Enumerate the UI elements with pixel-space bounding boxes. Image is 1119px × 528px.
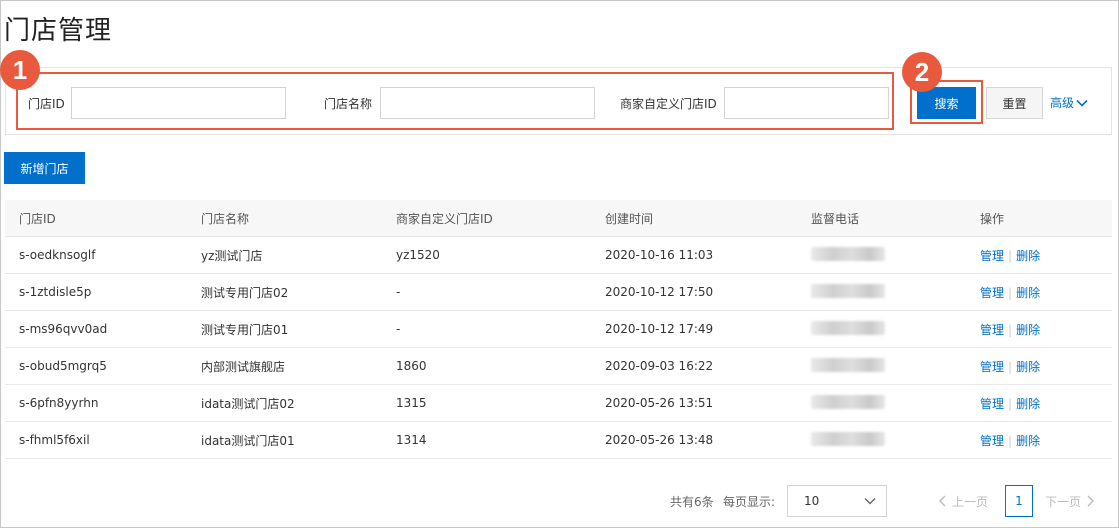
cell-phone	[811, 394, 980, 412]
table-row: s-1ztdisle5p 测试专用门店02 - 2020-10-12 17:50 管理 |…	[5, 274, 1112, 311]
manage-link[interactable]: 管理	[980, 434, 1004, 448]
table-row: s-6pfn8yyrhn idata测试门店02 1315 2020-05-26 13…	[5, 385, 1112, 422]
blurred-phone	[811, 246, 885, 261]
page-size-value: 10	[804, 494, 820, 508]
manage-link[interactable]: 管理	[980, 397, 1004, 411]
reset-button[interactable]: 重置	[986, 87, 1043, 119]
column-header-phone: 监督电话	[811, 211, 860, 226]
action-separator: |	[1008, 359, 1013, 374]
page-size-select[interactable]: 10	[787, 485, 887, 517]
next-page-label: 下一页	[1045, 494, 1082, 509]
prev-page-label: 上一页	[952, 494, 989, 509]
delete-link[interactable]: 删除	[1016, 360, 1040, 374]
table-body: s-oedknsoglf yz测试门店 yz1520 2020-10-16 11:03…	[5, 237, 1112, 459]
prev-page-button[interactable]: 上一页	[938, 485, 988, 517]
next-page-button[interactable]: 下一页	[1045, 485, 1095, 517]
cell-store-id: s-fhml5f6xil	[19, 433, 90, 447]
delete-link[interactable]: 删除	[1016, 434, 1040, 448]
blurred-phone	[811, 320, 885, 335]
total-count: 共有6条	[670, 494, 714, 509]
cell-phone	[811, 283, 980, 301]
cell-store-id: s-1ztdisle5p	[19, 285, 92, 299]
cell-phone	[811, 246, 980, 264]
cell-custom-id: 1314	[396, 433, 427, 447]
cell-store-name: 测试专用门店02	[201, 285, 289, 300]
column-header-created-time: 创建时间	[605, 211, 654, 226]
cell-created-time: 2020-10-16 11:03	[605, 248, 714, 262]
table-header: 门店ID 门店名称 商家自定义门店ID 创建时间 监督电话 操作	[5, 200, 1112, 237]
advanced-toggle[interactable]: 高级	[1050, 94, 1088, 111]
action-separator: |	[1008, 433, 1013, 448]
cell-actions: 管理 | 删除	[980, 395, 1112, 412]
cell-created-time: 2020-05-26 13:51	[605, 396, 714, 410]
cell-created-time: 2020-10-12 17:49	[605, 322, 714, 336]
manage-link[interactable]: 管理	[980, 249, 1004, 263]
manage-link[interactable]: 管理	[980, 286, 1004, 300]
cell-store-id: s-oedknsoglf	[19, 248, 96, 262]
cell-custom-id: -	[396, 322, 401, 336]
manage-link[interactable]: 管理	[980, 323, 1004, 337]
blurred-phone	[811, 431, 885, 446]
blurred-phone	[811, 357, 885, 372]
advanced-label: 高级	[1050, 96, 1075, 110]
cell-custom-id: 1860	[396, 359, 427, 373]
highlight-box-fields	[16, 72, 894, 130]
cell-actions: 管理 | 删除	[980, 432, 1112, 449]
cell-phone	[811, 357, 980, 375]
action-separator: |	[1008, 248, 1013, 263]
cell-store-id: s-ms96qvv0ad	[19, 322, 108, 336]
page-number-current[interactable]: 1	[1005, 485, 1033, 517]
delete-link[interactable]: 删除	[1016, 249, 1040, 263]
cell-actions: 管理 | 删除	[980, 358, 1112, 375]
chevron-right-icon	[1087, 495, 1095, 507]
store-table: 门店ID 门店名称 商家自定义门店ID 创建时间 监督电话 操作 s-oedkn…	[5, 200, 1112, 459]
blurred-phone	[811, 394, 885, 409]
table-row: s-ms96qvv0ad 测试专用门店01 - 2020-10-12 17:49 管理 |…	[5, 311, 1112, 348]
page-title: 门店管理	[4, 16, 113, 46]
step-marker-1: 1	[0, 50, 40, 90]
column-header-store-name: 门店名称	[201, 211, 250, 226]
cell-phone	[811, 320, 980, 338]
column-header-custom-id: 商家自定义门店ID	[396, 211, 493, 226]
cell-created-time: 2020-09-03 16:22	[605, 359, 714, 373]
cell-store-id: s-6pfn8yyrhn	[19, 396, 99, 410]
cell-actions: 管理 | 删除	[980, 284, 1112, 301]
column-header-actions: 操作	[980, 211, 1005, 226]
cell-store-name: idata测试门店01	[201, 433, 295, 448]
table-row: s-oedknsoglf yz测试门店 yz1520 2020-10-16 11:03…	[5, 237, 1112, 274]
blurred-phone	[811, 283, 885, 298]
table-row: s-fhml5f6xil idata测试门店01 1314 2020-05-26 13…	[5, 422, 1112, 459]
delete-link[interactable]: 删除	[1016, 323, 1040, 337]
add-store-button[interactable]: 新增门店	[4, 152, 85, 184]
cell-store-id: s-obud5mgrq5	[19, 359, 107, 373]
cell-custom-id: -	[396, 285, 401, 299]
cell-created-time: 2020-10-12 17:50	[605, 285, 714, 299]
page-size-label: 每页显示:	[723, 494, 776, 509]
delete-link[interactable]: 删除	[1016, 397, 1040, 411]
action-separator: |	[1008, 322, 1013, 337]
step-marker-2: 2	[902, 52, 942, 92]
cell-custom-id: 1315	[396, 396, 427, 410]
cell-store-name: idata测试门店02	[201, 396, 295, 411]
cell-store-name: 测试专用门店01	[201, 322, 289, 337]
chevron-down-icon	[864, 498, 876, 505]
chevron-down-icon	[1076, 99, 1088, 107]
cell-custom-id: yz1520	[396, 248, 440, 262]
table-row: s-obud5mgrq5 内部测试旗舰店 1860 2020-09-03 16:22 管…	[5, 348, 1112, 385]
column-header-store-id: 门店ID	[19, 211, 56, 226]
cell-created-time: 2020-05-26 13:48	[605, 433, 714, 447]
chevron-left-icon	[939, 495, 946, 507]
cell-store-name: 内部测试旗舰店	[201, 359, 286, 374]
cell-actions: 管理 | 删除	[980, 247, 1112, 264]
action-separator: |	[1008, 396, 1013, 411]
manage-link[interactable]: 管理	[980, 360, 1004, 374]
cell-actions: 管理 | 删除	[980, 321, 1112, 338]
action-separator: |	[1008, 285, 1013, 300]
cell-phone	[811, 431, 980, 449]
delete-link[interactable]: 删除	[1016, 286, 1040, 300]
cell-store-name: yz测试门店	[201, 248, 263, 263]
